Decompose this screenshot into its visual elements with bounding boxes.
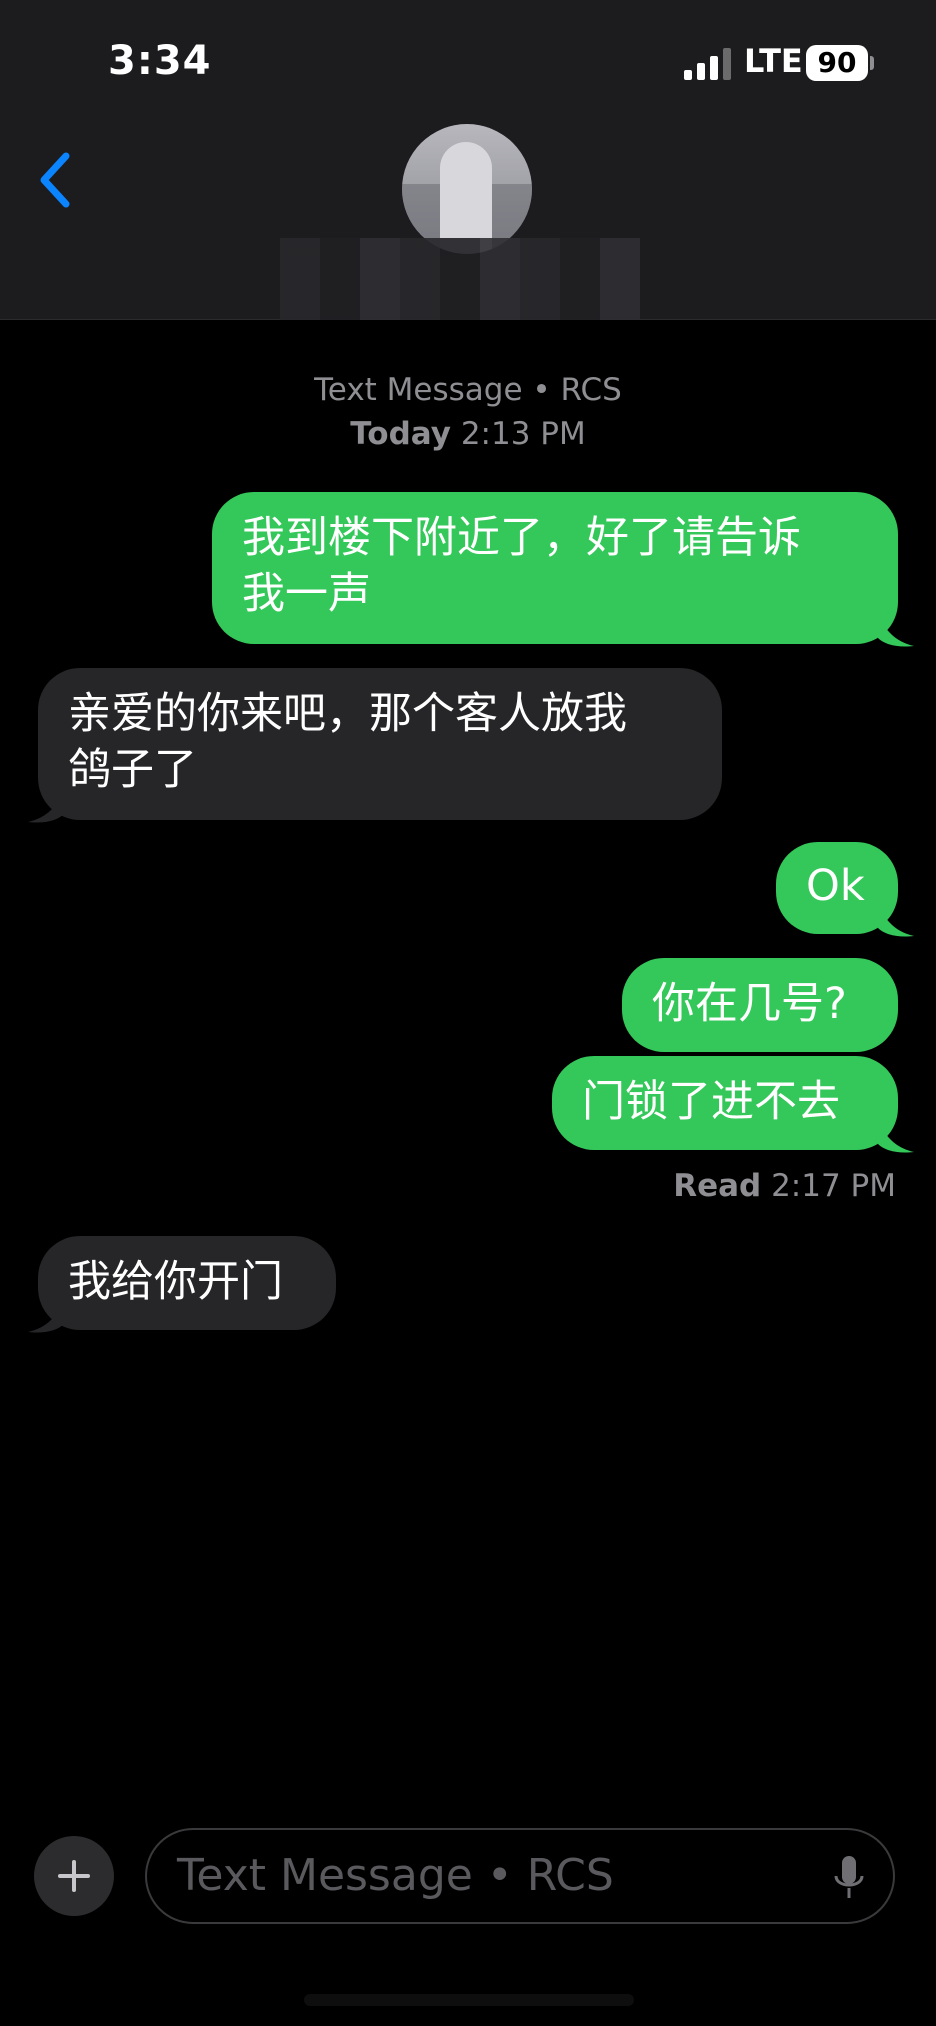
add-attachment-button[interactable]: [34, 1836, 114, 1916]
microphone-icon[interactable]: [833, 1854, 865, 1902]
message-bubble-sent[interactable]: 门锁了进不去: [552, 1056, 898, 1150]
read-label: Read: [673, 1168, 762, 1204]
network-label: LTE: [744, 42, 803, 80]
message-bubble-received[interactable]: 亲爱的你来吧，那个客人放我 鸽子了: [38, 668, 722, 820]
contact-name-redacted[interactable]: [280, 238, 640, 320]
message-text: 你在几号?: [652, 979, 847, 1029]
bubble-tail: [878, 608, 914, 647]
home-indicator: [304, 1994, 634, 2006]
message-bubble-received[interactable]: 我给你开门: [38, 1236, 336, 1330]
bubble-tail: [28, 784, 64, 823]
back-chevron-icon[interactable]: [36, 150, 76, 210]
status-time: 3:34: [108, 38, 212, 84]
service-label: Text Message • RCS: [314, 372, 622, 408]
bubble-tail: [28, 1294, 64, 1333]
message-bubble-sent[interactable]: 我到楼下附近了，好了请告诉 我一声: [212, 492, 898, 644]
bubble-tail: [878, 1114, 914, 1153]
message-text: 我到楼下附近了，好了请告诉 我一声: [242, 513, 801, 619]
signal-icon: [684, 48, 732, 80]
message-text: 我给你开门: [68, 1257, 283, 1307]
battery-nub: [870, 56, 874, 70]
message-text: 门锁了进不去: [582, 1077, 840, 1127]
read-receipt: Read 2:17 PM: [673, 1168, 896, 1204]
day-label: Today: [350, 416, 451, 452]
message-input-placeholder: Text Message • RCS: [177, 1850, 614, 1901]
read-time: 2:17 PM: [771, 1168, 896, 1204]
battery-icon: 90: [806, 45, 868, 81]
contact-avatar[interactable]: [402, 124, 532, 254]
timestamp-header: Today 2:13 PM: [0, 412, 936, 456]
bubble-tail: [878, 898, 914, 937]
message-text: Ok: [806, 861, 865, 911]
message-input[interactable]: Text Message • RCS: [145, 1828, 895, 1924]
message-bubble-sent[interactable]: 你在几号?: [622, 958, 898, 1052]
message-text: 亲爱的你来吧，那个客人放我 鸽子了: [68, 689, 627, 795]
time-label: 2:13 PM: [460, 416, 586, 452]
